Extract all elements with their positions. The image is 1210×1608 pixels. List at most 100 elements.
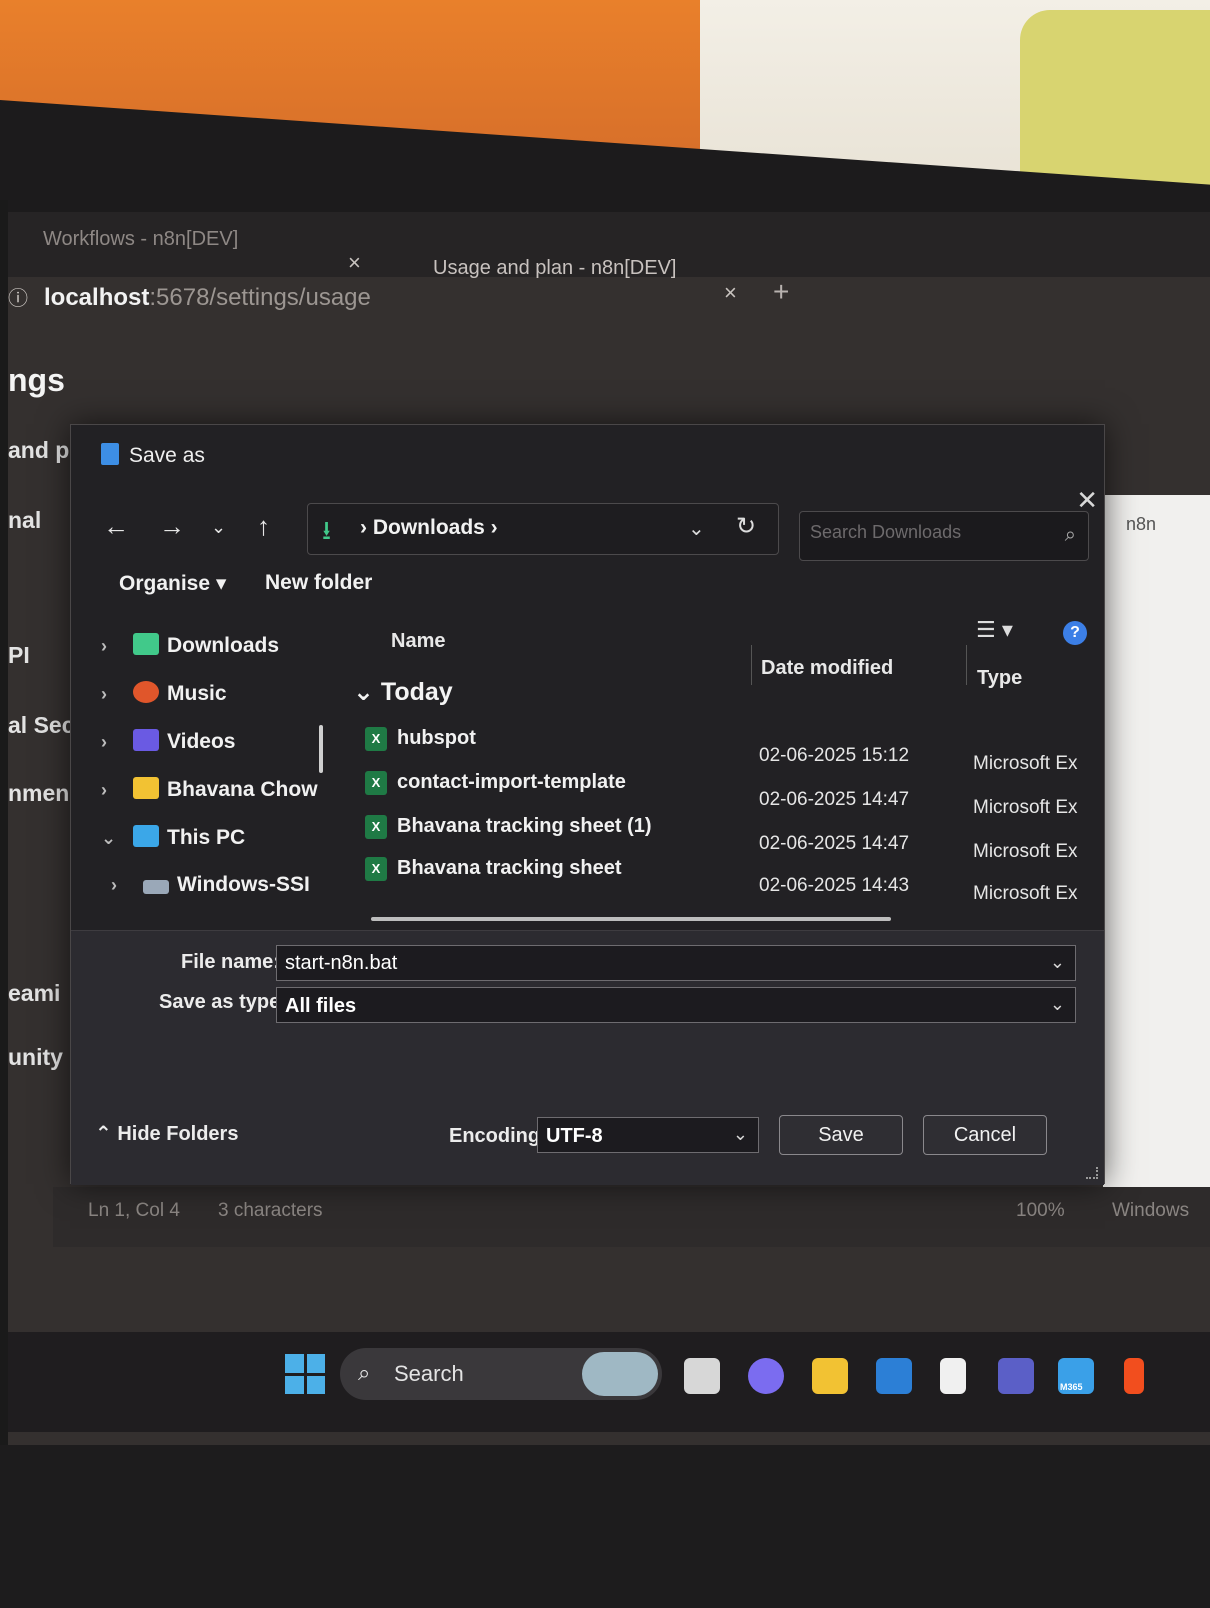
address-host: localhost [44, 284, 150, 311]
download-folder-icon [133, 633, 159, 655]
save-button[interactable]: Save [779, 1115, 903, 1155]
chevron-down-icon[interactable]: ⌄ [1050, 994, 1065, 1015]
organise-menu[interactable]: Organise ▾ [119, 571, 226, 596]
view-options-icon[interactable]: ☰ ▾ [976, 617, 1013, 643]
column-header-type[interactable]: Type [977, 667, 1022, 690]
file-name-label: File name: [181, 951, 280, 973]
back-arrow-icon[interactable]: ← [103, 511, 129, 542]
encoding-value: UTF-8 [546, 1125, 603, 1147]
group-header-today[interactable]: ⌄ Today [353, 677, 453, 707]
file-name-input[interactable] [285, 952, 1004, 975]
chevron-down-icon[interactable]: ⌄ [688, 516, 705, 541]
excel-file-icon: X [365, 815, 387, 839]
nav-scrollbar[interactable] [319, 725, 323, 773]
search-input[interactable] [810, 522, 1040, 543]
forward-arrow-icon[interactable]: → [159, 511, 185, 542]
save-as-type-label: Save as type: [159, 991, 287, 1013]
file-row[interactable]: X Bhavana tracking sheet 02-06-2025 14:4… [341, 853, 1081, 904]
nav-item-videos[interactable]: › Videos [101, 729, 235, 754]
copilot-icon[interactable] [748, 1358, 784, 1394]
file-type: Microsoft Ex [973, 883, 1078, 904]
recent-locations-chevron-icon[interactable]: ⌄ [211, 517, 226, 538]
laptop-left-bezel [0, 200, 8, 1460]
status-line-ending: Windows [1112, 1200, 1190, 1221]
excel-file-icon: X [365, 727, 387, 751]
sidebar-item-streaming[interactable]: eami [8, 980, 60, 1007]
column-header-name[interactable]: Name [391, 630, 445, 653]
nav-item-downloads[interactable]: › Downloads [101, 633, 279, 658]
nav-item-this-pc[interactable]: ⌄ This PC [101, 825, 245, 850]
excel-file-icon: X [365, 771, 387, 795]
cancel-button[interactable]: Cancel [923, 1115, 1047, 1155]
search-icon: ⌕ [1064, 524, 1076, 546]
file-name-field[interactable]: ⌄ [276, 945, 1076, 981]
close-icon[interactable]: × [348, 250, 361, 276]
column-header-date-modified[interactable]: Date modified [761, 657, 893, 680]
sidebar-item-api[interactable]: PI [8, 642, 30, 669]
windows-start-icon[interactable] [285, 1354, 325, 1394]
folder-icon [133, 777, 159, 799]
outlook-icon[interactable] [876, 1358, 912, 1394]
site-info-icon[interactable]: ⓘ [8, 288, 28, 310]
chevron-right-icon[interactable]: › [101, 780, 133, 801]
taskbar-search[interactable]: ⌕ Search [340, 1348, 662, 1400]
status-character-count: 3 characters [218, 1200, 323, 1221]
chevron-right-icon[interactable]: › [101, 684, 133, 705]
search-box[interactable]: ⌕ [799, 511, 1089, 561]
file-row[interactable]: X hubspot 02-06-2025 15:12 Microsoft Ex [341, 723, 1081, 774]
file-name: Bhavana tracking sheet (1) [397, 815, 652, 837]
figma-icon[interactable] [1124, 1358, 1144, 1394]
nav-item-user-folder[interactable]: › Bhavana Chow [101, 777, 318, 802]
close-icon[interactable]: × [724, 280, 737, 306]
breadcrumb[interactable]: ⭳ › Downloads › ⌄ ↻ [307, 503, 779, 555]
save-as-type-select[interactable]: All files ⌄ [276, 987, 1076, 1023]
task-view-icon[interactable] [684, 1358, 720, 1394]
status-zoom: 100% [1016, 1200, 1065, 1221]
chevron-down-icon[interactable]: ⌄ [101, 828, 133, 849]
tab-workflows[interactable]: Workflows - n8n[DEV] [43, 228, 238, 251]
hide-folders-button[interactable]: ⌃ Hide Folders [95, 1121, 238, 1146]
videos-icon [133, 729, 159, 751]
file-date: 02-06-2025 14:43 [759, 875, 910, 896]
teams-icon[interactable] [998, 1358, 1034, 1394]
file-row[interactable]: X contact-import-template 02-06-2025 14:… [341, 767, 1081, 818]
sidebar-item-community[interactable]: unity [8, 1044, 63, 1071]
chevron-down-icon[interactable]: ⌄ [1050, 952, 1065, 973]
file-date: 02-06-2025 14:47 [759, 833, 910, 854]
file-row[interactable]: X Bhavana tracking sheet (1) 02-06-2025 … [341, 811, 1081, 862]
address-bar[interactable]: ⓘ localhost:5678/settings/usage [8, 282, 371, 312]
breadcrumb-downloads[interactable]: › Downloads › [360, 516, 498, 540]
new-folder-button[interactable]: New folder [265, 571, 372, 595]
chevron-right-icon[interactable]: › [101, 732, 133, 753]
file-date: 02-06-2025 14:47 [759, 789, 910, 810]
notepad-icon[interactable] [940, 1358, 966, 1394]
tab-usage-and-plan[interactable]: Usage and plan - n8n[DEV] [433, 257, 677, 280]
column-divider[interactable] [751, 645, 752, 685]
sidebar-item-personal[interactable]: nal [8, 507, 41, 534]
column-divider[interactable] [966, 645, 967, 685]
status-cursor-position: Ln 1, Col 4 [88, 1200, 180, 1221]
nav-item-music[interactable]: › Music [101, 681, 227, 706]
notepad-icon [101, 443, 119, 465]
file-explorer-icon[interactable] [812, 1358, 848, 1394]
music-icon [133, 681, 159, 703]
chevron-right-icon[interactable]: › [111, 875, 143, 896]
file-list: Name Date modified Type ☰ ▾ ? ⌄ Today X … [341, 615, 1101, 915]
up-arrow-icon[interactable]: ↑ [257, 511, 270, 542]
horizontal-scrollbar[interactable] [371, 917, 891, 921]
new-tab-icon[interactable]: + [773, 276, 789, 308]
taskbar: ⌕ Search M365 [8, 1332, 1210, 1432]
sidebar-item-environments[interactable]: nmen [8, 780, 69, 807]
resize-grip[interactable] [1086, 1167, 1098, 1179]
laptop-screen: Workflows - n8n[DEV] × Usage and plan - … [8, 212, 1210, 1447]
sidebar-item-external-secrets[interactable]: al Sec [8, 712, 75, 739]
encoding-select[interactable]: UTF-8 ⌄ [537, 1117, 759, 1153]
refresh-icon[interactable]: ↻ [736, 512, 756, 541]
chevron-down-icon[interactable]: ⌄ [733, 1124, 748, 1145]
file-name: hubspot [397, 727, 476, 749]
help-icon[interactable]: ? [1063, 621, 1087, 645]
m365-icon[interactable]: M365 [1058, 1358, 1094, 1394]
chevron-right-icon[interactable]: › [101, 636, 133, 657]
nav-item-windows-drive[interactable]: › Windows-SSI [111, 873, 310, 897]
sidebar-item-usage[interactable]: and p [8, 437, 69, 464]
